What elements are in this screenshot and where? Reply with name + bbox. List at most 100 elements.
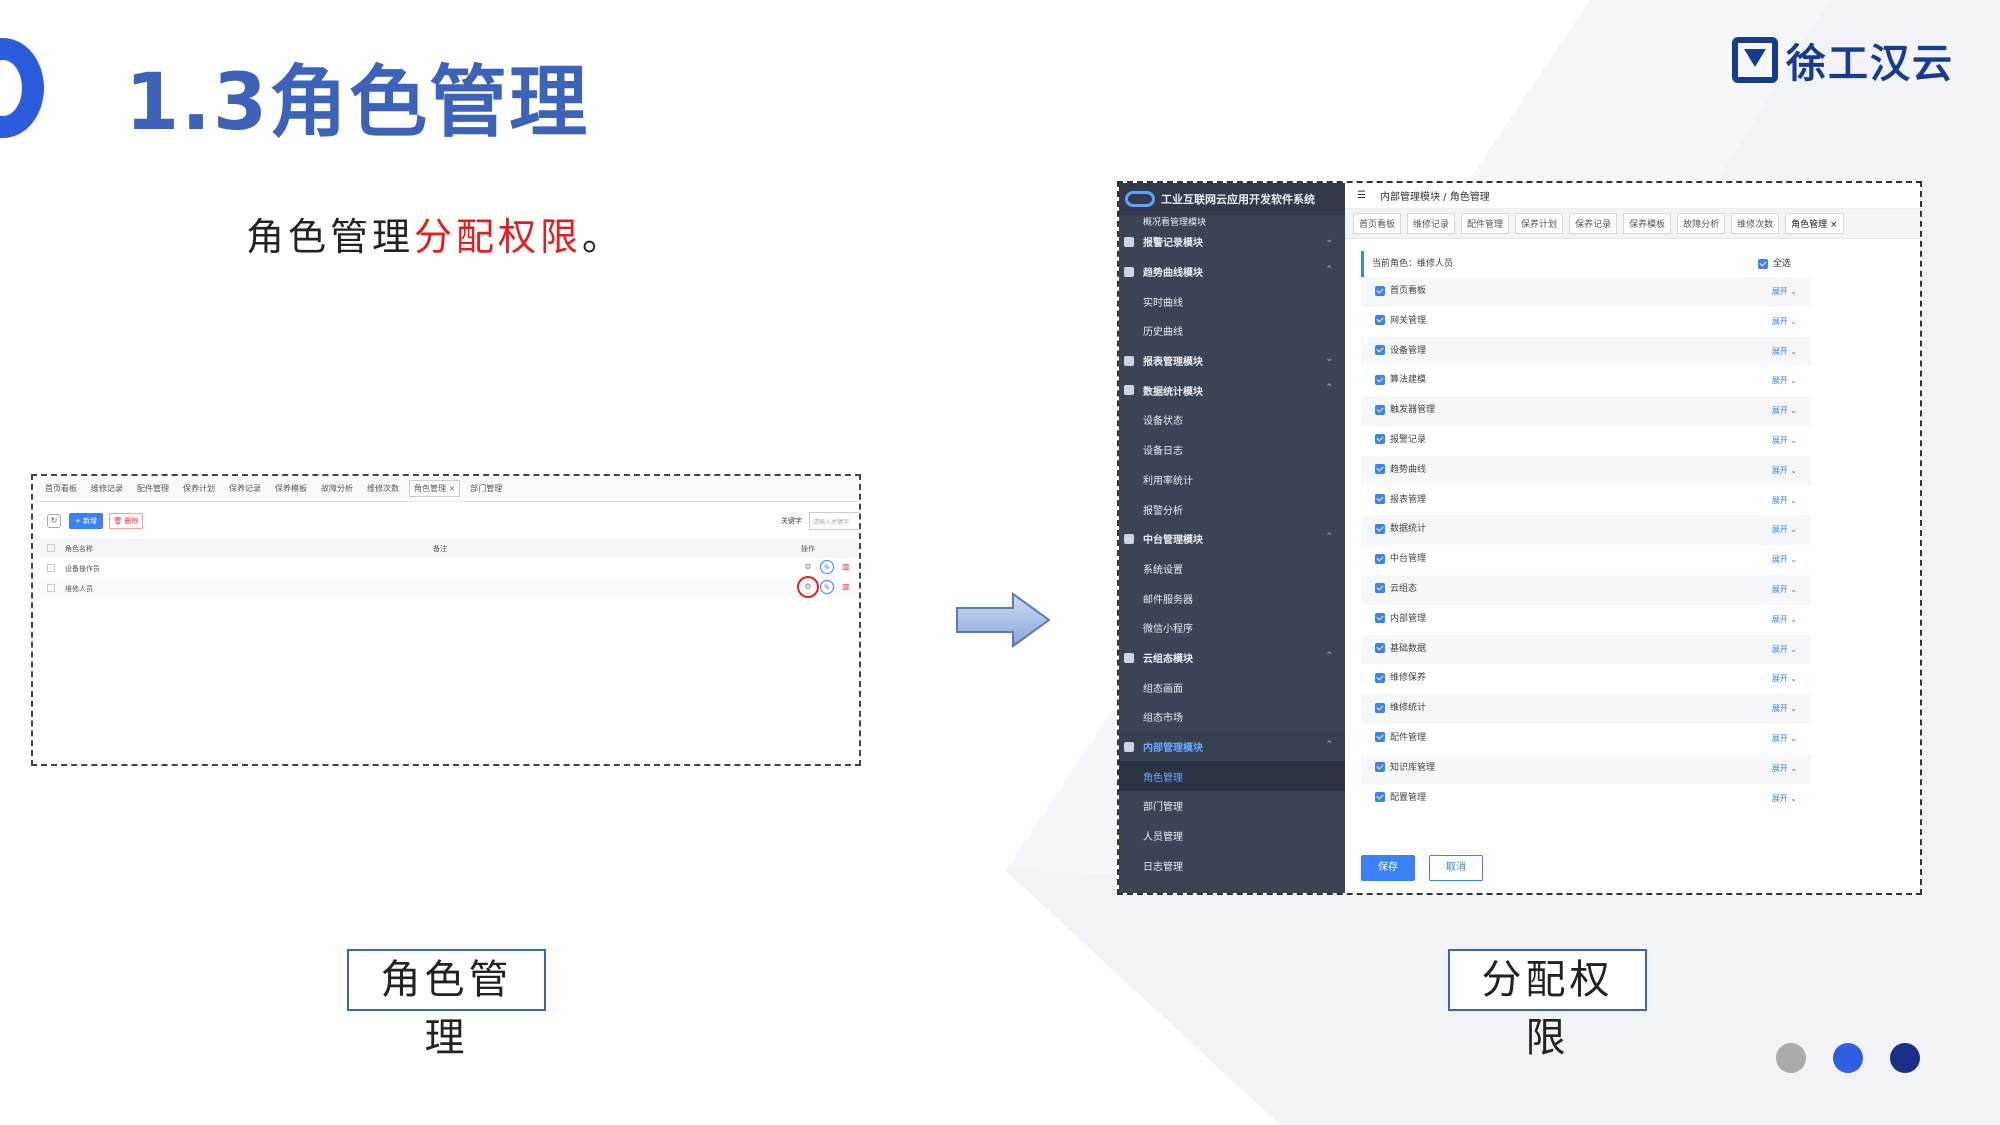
permission-row[interactable]: 维修保养 展开 ⌄: [1361, 664, 1811, 694]
tab-fault-analysis[interactable]: 故障分析: [317, 481, 357, 496]
sidebar-item[interactable]: 设备状态: [1119, 405, 1345, 435]
checkbox-icon[interactable]: [1375, 702, 1385, 713]
expand-link[interactable]: 展开 ⌄: [1772, 515, 1797, 545]
breadcrumb-item[interactable]: 内部管理模块: [1380, 192, 1440, 203]
tab[interactable]: 保养计划: [1515, 213, 1564, 234]
search-input[interactable]: 请输入关键字: [809, 512, 859, 530]
expand-link[interactable]: 展开 ⌄: [1772, 664, 1797, 694]
sidebar-item[interactable]: 角色管理: [1119, 761, 1345, 792]
expand-link[interactable]: 展开 ⌄: [1772, 784, 1797, 814]
table-row[interactable]: 维修人员 ⚙ ✎ ▥: [33, 576, 859, 598]
sidebar-item[interactable]: 日志管理: [1119, 850, 1345, 880]
checkbox-icon[interactable]: [1375, 523, 1385, 534]
expand-link[interactable]: 展开 ⌄: [1772, 307, 1797, 337]
checkbox-icon[interactable]: [1375, 613, 1385, 624]
permission-row[interactable]: 配件管理 展开 ⌄: [1361, 724, 1811, 754]
permission-row[interactable]: 中台管理 展开 ⌄: [1361, 545, 1811, 575]
expand-link[interactable]: 展开 ⌄: [1772, 605, 1797, 635]
trash-icon[interactable]: ▥: [839, 580, 853, 594]
tab[interactable]: 维修记录: [1407, 213, 1456, 234]
menu-toggle-icon[interactable]: ☰: [1357, 190, 1366, 201]
checkbox-icon[interactable]: [1375, 553, 1385, 564]
checkbox-icon[interactable]: [1375, 434, 1385, 445]
permission-row[interactable]: 维修统计 展开 ⌄: [1361, 694, 1811, 724]
sidebar-item[interactable]: 利用率统计: [1119, 465, 1345, 495]
sidebar-item[interactable]: 中台管理模块 ⌃: [1119, 524, 1345, 554]
expand-link[interactable]: 展开 ⌄: [1772, 724, 1797, 754]
expand-link[interactable]: 展开 ⌄: [1772, 426, 1797, 456]
tab-repair-records[interactable]: 维修记录: [87, 481, 127, 496]
sidebar-item[interactable]: 趋势曲线模块 ⌃: [1119, 257, 1345, 287]
checkbox-icon[interactable]: [1375, 762, 1385, 773]
edit-icon[interactable]: ✎: [820, 580, 834, 594]
sidebar-item[interactable]: 历史曲线: [1119, 316, 1345, 346]
sidebar-item-overview[interactable]: 概况看管理模块: [1119, 215, 1345, 227]
permission-row[interactable]: 趋势曲线 展开 ⌄: [1361, 455, 1811, 486]
expand-link[interactable]: 展开 ⌄: [1772, 337, 1797, 367]
expand-link[interactable]: 展开 ⌄: [1772, 277, 1797, 307]
tab[interactable]: 角色管理 ×: [1785, 213, 1844, 234]
permission-row[interactable]: 设备管理 展开 ⌄: [1361, 336, 1811, 367]
expand-link[interactable]: 展开 ⌄: [1772, 486, 1797, 516]
expand-link[interactable]: 展开 ⌄: [1772, 694, 1797, 724]
sidebar-item[interactable]: 组态市场: [1119, 702, 1345, 732]
permission-row[interactable]: 数据统计 展开 ⌄: [1361, 515, 1811, 546]
checkbox-icon[interactable]: [1375, 732, 1385, 743]
checkbox-icon[interactable]: [1375, 643, 1385, 654]
sidebar-item[interactable]: 数据统计模块 ⌃: [1119, 375, 1345, 405]
cancel-button[interactable]: 取消: [1429, 855, 1483, 881]
sidebar-item[interactable]: 邮件服务器: [1119, 583, 1345, 613]
expand-link[interactable]: 展开 ⌄: [1772, 635, 1797, 665]
edit-icon[interactable]: ✎: [820, 560, 834, 574]
permission-row[interactable]: 报表管理 展开 ⌄: [1361, 486, 1811, 516]
trash-icon[interactable]: ▥: [839, 560, 853, 574]
checkbox-icon[interactable]: [1375, 345, 1385, 356]
tab[interactable]: 维修次数: [1731, 213, 1780, 234]
sidebar-item[interactable]: 微信小程序: [1119, 613, 1345, 643]
checkbox-icon[interactable]: [1375, 315, 1385, 326]
tab-maintenance-records[interactable]: 保养记录: [225, 481, 265, 496]
permission-row[interactable]: 首页看板 展开 ⌄: [1361, 277, 1811, 307]
tab-maintenance-plan[interactable]: 保养计划: [179, 481, 219, 496]
select-all-checkbox[interactable]: [47, 544, 55, 552]
tab-dashboard[interactable]: 首页看板: [41, 481, 81, 496]
sidebar-item[interactable]: 部门管理: [1119, 791, 1345, 821]
expand-link[interactable]: 展开 ⌄: [1772, 396, 1797, 426]
tab[interactable]: 保养记录: [1569, 213, 1618, 234]
sidebar-item[interactable]: 报表管理模块 ⌄: [1119, 346, 1345, 376]
tab-maintenance-templates[interactable]: 保养模板: [271, 481, 311, 496]
tab-department[interactable]: 部门管理: [466, 481, 506, 496]
row-checkbox[interactable]: [47, 584, 55, 592]
sidebar-item[interactable]: 报警记录模块 ⌄: [1119, 227, 1345, 257]
permission-row[interactable]: 配置管理 展开 ⌄: [1361, 784, 1811, 814]
expand-link[interactable]: 展开 ⌄: [1772, 754, 1797, 784]
checkbox-icon[interactable]: [1375, 464, 1385, 475]
add-role-button[interactable]: + 新增: [69, 513, 103, 529]
checkbox-icon[interactable]: [1375, 374, 1385, 385]
sidebar-item[interactable]: 实时曲线: [1119, 286, 1345, 316]
permission-row[interactable]: 基础数据 展开 ⌄: [1361, 634, 1811, 665]
tab-repair-count[interactable]: 维修次数: [363, 481, 403, 496]
select-all-checkbox[interactable]: 全选: [1757, 251, 1791, 277]
permission-row[interactable]: 触发器管理 展开 ⌄: [1361, 396, 1811, 426]
gear-icon[interactable]: ⚙: [797, 576, 819, 598]
checkbox-icon[interactable]: [1375, 672, 1385, 683]
save-button[interactable]: 保存: [1361, 855, 1415, 881]
permission-row[interactable]: 知识库管理 展开 ⌄: [1361, 753, 1811, 784]
sidebar-item[interactable]: 报警分析: [1119, 494, 1345, 524]
checkbox-icon[interactable]: [1375, 285, 1385, 296]
table-row[interactable]: 设备操作员 ⚙ ✎ ▥: [33, 558, 859, 578]
tab[interactable]: 首页看板: [1353, 213, 1402, 234]
checkbox-icon[interactable]: [1375, 494, 1385, 505]
sidebar-item[interactable]: 云组态模块 ⌃: [1119, 643, 1345, 673]
row-checkbox[interactable]: [47, 564, 55, 572]
expand-link[interactable]: 展开 ⌄: [1772, 575, 1797, 605]
sidebar-item[interactable]: 人员管理: [1119, 821, 1345, 851]
delete-button[interactable]: 🗑 删除: [109, 513, 143, 529]
expand-link[interactable]: 展开 ⌄: [1772, 545, 1797, 575]
tab[interactable]: 保养模板: [1623, 213, 1672, 234]
tab-role-management[interactable]: 角色管理 ×: [409, 480, 461, 497]
checkbox-icon[interactable]: [1375, 792, 1385, 803]
gear-icon[interactable]: ⚙: [801, 560, 815, 574]
checkbox-icon[interactable]: [1375, 404, 1385, 415]
